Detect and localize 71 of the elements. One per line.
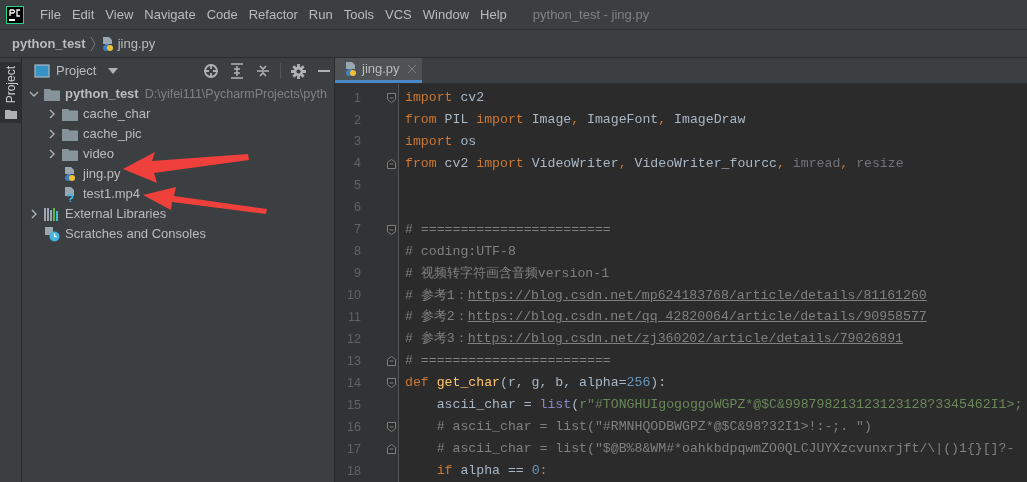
window-title: python_test - jing.py: [532, 5, 650, 24]
code-line: # 视频转字符画含音频version-1: [405, 264, 610, 283]
tool-window-tab[interactable]: Project: [0, 62, 21, 124]
app-logo-icon: [6, 5, 24, 24]
code-line: # 参考3：https://blog.csdn.net/zj360202/article/details/79026891: [405, 330, 903, 349]
menu-item[interactable]: Refactor: [247, 4, 299, 25]
fold-marker-icon[interactable]: [387, 224, 396, 235]
fold-marker-icon[interactable]: [387, 158, 396, 169]
locate-icon[interactable]: [203, 63, 219, 79]
folder-icon: [62, 127, 78, 141]
chevron-down-icon[interactable]: [29, 89, 39, 99]
code-line: # ascii_char = list("$@B%8&WM#*oahkbdpqwmZO0QLCJUYXzcvunxrjft/\|()1{}[]?-: [435, 440, 1015, 459]
code-line: # coding:UTF-8: [405, 242, 516, 261]
code-line: # 参考1：https://blog.csdn.net/mp624183768/article/details/81161260: [405, 286, 927, 305]
tree-item[interactable]: External Libraries: [65, 204, 167, 224]
library-icon: [44, 207, 60, 221]
menu-item[interactable]: VCS: [384, 4, 413, 25]
menu-item[interactable]: View: [104, 4, 135, 25]
menu-item[interactable]: Run: [307, 4, 334, 25]
tree-item[interactable]: test1.mp4: [83, 184, 141, 204]
tree-item[interactable]: jing.py: [83, 164, 121, 184]
fold-marker-icon[interactable]: [387, 378, 396, 389]
panel-title[interactable]: Project: [56, 61, 97, 81]
fold-marker-icon[interactable]: [387, 92, 396, 103]
code-line: def get_char(r, g, b, alpha=256):: [405, 374, 667, 393]
expand-all-icon[interactable]: [230, 63, 244, 79]
chevron-right-icon[interactable]: [47, 109, 57, 119]
project-path: D:\yifei111\PycharmProjects\pyth: [144, 85, 327, 103]
menu-item[interactable]: Help: [479, 4, 508, 25]
tree-item[interactable]: video: [83, 144, 115, 164]
fold-marker-icon[interactable]: [387, 443, 396, 454]
tree-item[interactable]: python_test: [65, 84, 139, 104]
tree-item[interactable]: cache_char: [83, 104, 151, 124]
dropdown-caret-icon[interactable]: [108, 68, 119, 74]
code-line: # ========================: [405, 352, 611, 371]
fold-marker-icon[interactable]: [387, 356, 396, 367]
breadcrumb-item[interactable]: jing.py: [117, 33, 156, 54]
chevron-right-icon[interactable]: [47, 149, 57, 159]
tree-item[interactable]: Scratches and Consoles: [65, 224, 206, 244]
menu-item[interactable]: Tools: [342, 4, 376, 25]
code-line: if alpha == 0:: [435, 462, 548, 480]
chevron-right-icon[interactable]: [47, 129, 57, 139]
code-line: from PIL import Image, ImageFont, ImageDraw: [405, 111, 746, 129]
menu-item[interactable]: Code: [205, 4, 239, 25]
panel-icon: [34, 64, 50, 78]
menu-item[interactable]: Navigate: [143, 4, 197, 25]
scratch-file-icon: [44, 226, 60, 242]
folder-icon: [62, 107, 78, 121]
code-line: from cv2 import VideoWriter, VideoWriter_fourcc, imread, resize: [405, 154, 904, 173]
menu-item[interactable]: Edit: [70, 4, 96, 25]
code-line: # 参考2：https://blog.csdn.net/qq_42820064/article/details/90958577: [405, 308, 927, 327]
code-line: ascii_char = list(r"#TONGHUIgogoggoWGPZ*@$C&998798213123123128?3345462I1>;: [435, 396, 1023, 415]
code-line: # ascii_char = list("#RMNHQODBWGPZ*@$C&98?32I1>!:-;. "): [435, 418, 872, 437]
code-line: import cv2: [405, 89, 485, 108]
folder-icon: [44, 87, 60, 101]
code-line: import os: [405, 132, 477, 151]
breadcrumb-item[interactable]: python_test: [12, 33, 86, 54]
menu-item[interactable]: File: [39, 4, 62, 25]
chevron-separator-icon: [89, 35, 96, 52]
folder-icon: [4, 109, 17, 120]
code-line: # ========================: [405, 220, 611, 239]
settings-icon[interactable]: [291, 63, 306, 79]
python-file-icon: [62, 166, 78, 182]
menu-item[interactable]: Window: [421, 4, 471, 25]
python-file-icon: [343, 61, 359, 77]
collapse-all-icon[interactable]: [256, 63, 270, 79]
tree-item[interactable]: cache_pic: [83, 124, 142, 144]
folder-icon: [62, 147, 78, 161]
chevron-right-icon[interactable]: [29, 209, 39, 219]
editor-tab[interactable]: jing.py: [335, 58, 422, 83]
fold-marker-icon[interactable]: [387, 422, 396, 433]
